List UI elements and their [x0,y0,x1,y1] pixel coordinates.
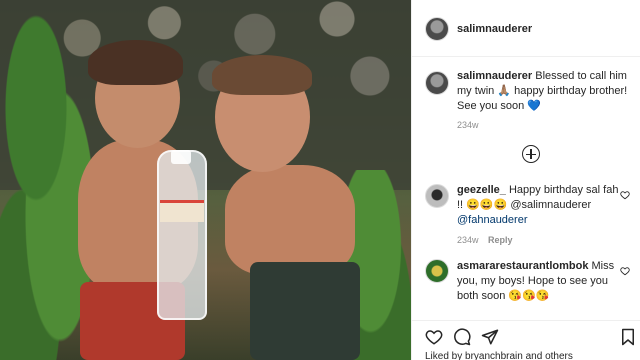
heart-icon[interactable] [620,266,630,276]
post-photo[interactable] [0,0,411,360]
plus-circle-icon[interactable] [522,145,540,163]
caption-timestamp[interactable]: 234w [457,120,479,130]
comment-text-line2: you, my boys! Hope to see you [457,275,609,287]
caption-username[interactable]: salimnauderer [457,70,532,82]
heart-icon[interactable] [620,190,630,200]
comment-username[interactable]: geezelle_ [457,184,506,196]
heart-icon[interactable] [425,328,443,346]
comment-text-line3[interactable]: @fahnauderer [457,213,627,228]
child-right-hair [212,55,312,95]
child-right-shorts [250,262,360,360]
comment-text-line1: Miss [591,260,615,272]
bottle-label [160,200,204,222]
comment-item: geezelle_ Happy birthday sal fah !! 😀😀😀 … [457,183,627,228]
comment-timestamp[interactable]: 234w [457,235,479,245]
post-side-panel: salimnauderer salimnauderer Blessed to c… [411,0,640,360]
paper-plane-icon[interactable] [481,328,499,346]
reply-button[interactable]: Reply [488,235,513,245]
author-avatar[interactable] [425,17,449,41]
caption: salimnauderer Blessed to call him my twi… [457,69,635,114]
comment-icon[interactable] [453,328,471,346]
post-header: salimnauderer [412,0,640,57]
water-bottle [157,150,207,320]
comment-text-line3: both soon 😘😘😘 [457,290,550,302]
bottle-cap [171,150,191,164]
likes-summary[interactable]: Liked by bryanchbrain and others [425,351,573,360]
child-left-hair [88,40,183,85]
child-right-body [225,165,355,275]
comment-text-line2: !! 😀😀😀 @salimnauderer [457,199,592,211]
author-username[interactable]: salimnauderer [457,23,532,35]
comment-text-line1: Happy birthday sal fah [508,184,619,196]
bookmark-icon[interactable] [619,328,637,346]
comment-item: asmararestaurantlombok Miss you, my boys… [457,259,627,304]
comment-avatar[interactable] [425,259,449,283]
caption-avatar[interactable] [425,71,449,95]
comment-username[interactable]: asmararestaurantlombok [457,260,588,272]
comment-avatar[interactable] [425,184,449,208]
